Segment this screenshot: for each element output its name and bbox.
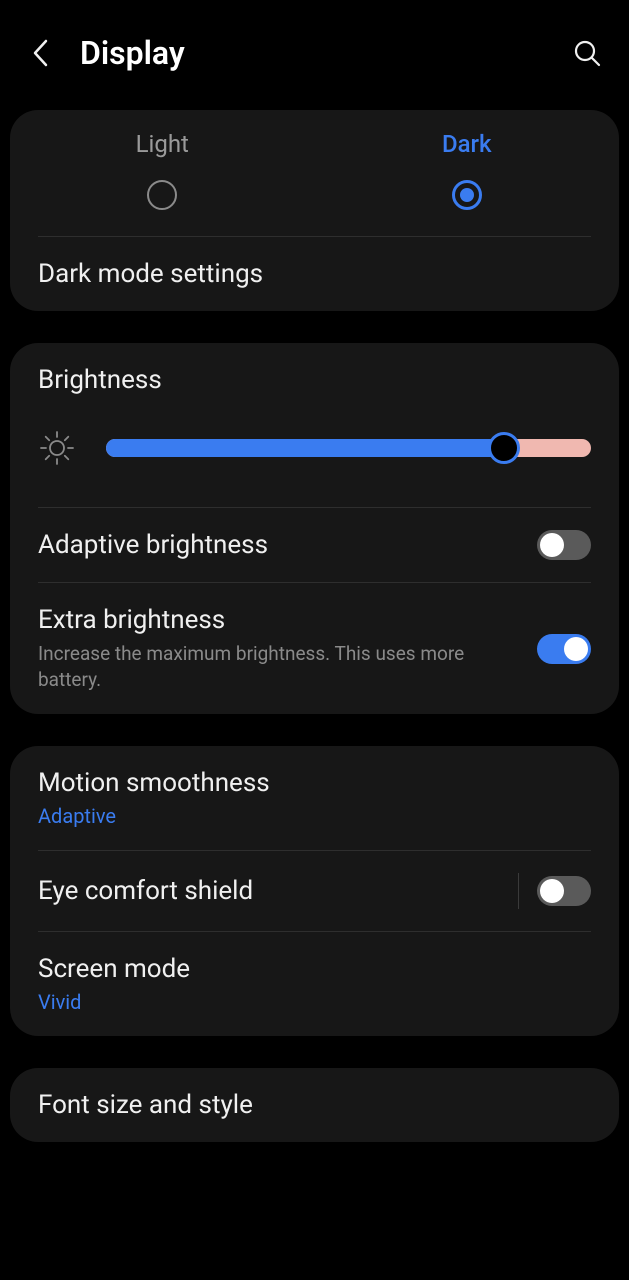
motion-smoothness-value: Adaptive xyxy=(38,804,591,828)
eye-comfort-row[interactable]: Eye comfort shield xyxy=(10,851,619,931)
page-title: Display xyxy=(80,34,573,72)
extra-brightness-desc: Increase the maximum brightness. This us… xyxy=(38,641,537,692)
adaptive-brightness-label: Adaptive brightness xyxy=(38,530,537,560)
slider-fill xyxy=(106,439,504,457)
screen-mode-row[interactable]: Screen mode Vivid xyxy=(10,932,619,1036)
radio-checked-icon xyxy=(452,180,482,210)
extra-brightness-label: Extra brightness xyxy=(38,605,537,635)
chevron-left-icon xyxy=(32,39,48,67)
eye-comfort-toggle[interactable] xyxy=(537,876,591,906)
brightness-slider[interactable] xyxy=(106,434,591,462)
light-mode-label: Light xyxy=(136,130,189,158)
adaptive-brightness-row[interactable]: Adaptive brightness xyxy=(10,508,619,582)
screen-mode-value: Vivid xyxy=(38,990,591,1014)
slider-thumb xyxy=(488,432,520,464)
dark-mode-option[interactable]: Dark xyxy=(315,130,620,210)
screen-mode-label: Screen mode xyxy=(38,954,591,984)
extra-brightness-row[interactable]: Extra brightness Increase the maximum br… xyxy=(10,583,619,714)
font-size-style-label: Font size and style xyxy=(38,1090,591,1120)
light-mode-option[interactable]: Light xyxy=(10,130,315,210)
extra-brightness-toggle[interactable] xyxy=(537,634,591,664)
toggle-divider xyxy=(518,873,519,909)
search-icon xyxy=(573,39,601,67)
eye-comfort-label: Eye comfort shield xyxy=(38,876,518,906)
radio-unchecked-icon xyxy=(147,180,177,210)
search-button[interactable] xyxy=(573,39,601,67)
sun-icon xyxy=(38,429,76,467)
motion-smoothness-row[interactable]: Motion smoothness Adaptive xyxy=(10,746,619,850)
font-size-style-row[interactable]: Font size and style xyxy=(10,1068,619,1142)
back-button[interactable] xyxy=(28,41,52,65)
adaptive-brightness-toggle[interactable] xyxy=(537,530,591,560)
motion-smoothness-label: Motion smoothness xyxy=(38,768,591,798)
dark-mode-label: Dark xyxy=(442,130,492,158)
dark-mode-settings-row[interactable]: Dark mode settings xyxy=(10,237,619,311)
dark-mode-settings-label: Dark mode settings xyxy=(38,259,263,289)
brightness-title: Brightness xyxy=(38,365,591,395)
